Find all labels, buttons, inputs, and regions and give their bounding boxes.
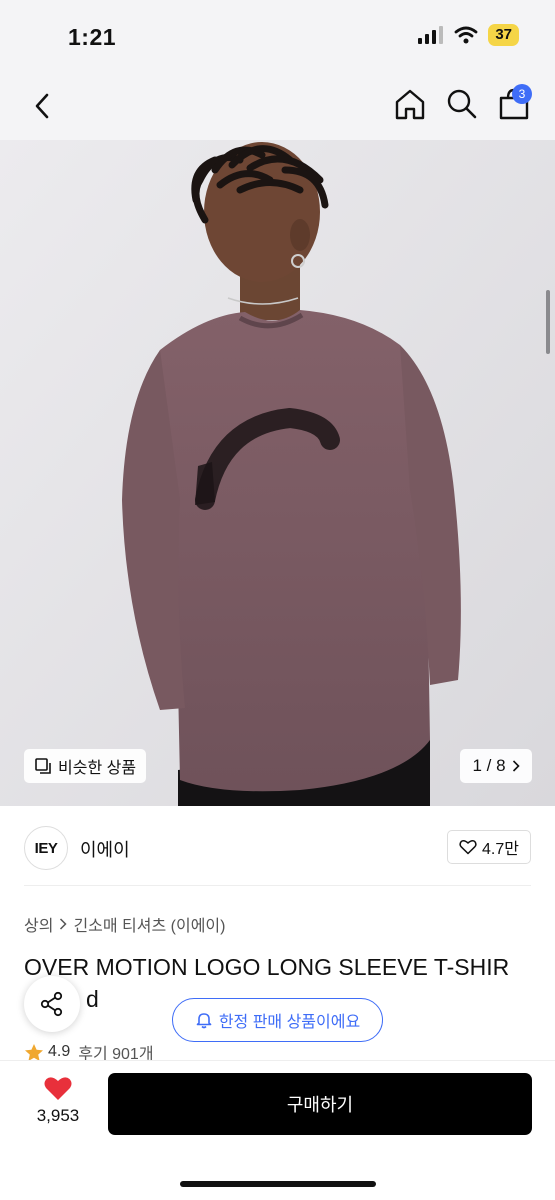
battery-indicator: 37 xyxy=(488,24,519,46)
brand-logo[interactable]: IEY xyxy=(24,826,68,870)
wifi-icon xyxy=(454,26,478,44)
copy-icon xyxy=(35,758,51,774)
brand-like-count: 4.7만 xyxy=(482,841,519,858)
share-button[interactable] xyxy=(24,976,80,1032)
image-page-indicator[interactable]: 1 / 8 xyxy=(460,749,532,783)
bottom-bar: 3,953 구매하기 xyxy=(0,1060,555,1200)
bell-icon xyxy=(196,1013,212,1029)
cart-button[interactable]: 3 xyxy=(494,84,534,124)
brand-row: IEY 이에이 4.7만 xyxy=(24,826,531,870)
share-icon xyxy=(40,991,63,1017)
home-icon xyxy=(395,89,425,120)
status-time: 1:21 xyxy=(68,24,117,50)
similar-products-button[interactable]: 비슷한 상품 xyxy=(24,749,147,783)
signal-icon xyxy=(418,26,444,44)
nav-bar: 3 xyxy=(0,72,555,140)
status-bar: 1:21 37 xyxy=(0,0,555,72)
heart-filled-icon xyxy=(44,1077,72,1100)
home-indicator xyxy=(180,1181,376,1187)
breadcrumb-category[interactable]: 상의 xyxy=(24,912,53,936)
limited-sale-chip[interactable]: 한정 판매 상품이에요 xyxy=(172,998,383,1042)
product-like-button[interactable]: 3,953 xyxy=(26,1075,90,1135)
product-image[interactable] xyxy=(0,140,555,806)
cart-count-badge: 3 xyxy=(512,84,532,104)
limited-sale-label: 한정 판매 상품이에요 xyxy=(218,1014,361,1031)
breadcrumb-subcategory[interactable]: 긴소매 티셔츠 (이에이) xyxy=(73,912,225,936)
chevron-right-icon xyxy=(512,760,520,772)
product-like-count: 3,953 xyxy=(36,1106,80,1125)
page-indicator-text: 1 / 8 xyxy=(472,756,506,775)
heart-outline-icon xyxy=(459,840,477,855)
similar-products-label: 비슷한 상품 xyxy=(58,760,137,777)
product-title-line2-text: d xyxy=(86,986,99,1012)
home-button[interactable] xyxy=(390,84,430,124)
buy-button[interactable]: 구매하기 xyxy=(108,1073,532,1135)
rating-value: 4.9 xyxy=(48,1043,71,1060)
back-icon xyxy=(35,93,49,119)
brand-like-button[interactable]: 4.7만 xyxy=(447,830,531,864)
scroll-indicator[interactable] xyxy=(546,290,550,354)
star-icon xyxy=(25,1043,43,1061)
search-button[interactable] xyxy=(442,84,482,124)
product-title: OVER MOTION LOGO LONG SLEEVE T-SHIR xyxy=(24,954,510,980)
status-icons: 37 xyxy=(418,24,519,46)
search-icon xyxy=(447,89,477,119)
chevron-right-icon xyxy=(60,918,68,930)
back-button[interactable] xyxy=(22,86,62,126)
breadcrumb: 상의 긴소매 티셔츠 (이에이) xyxy=(24,912,225,936)
divider xyxy=(24,885,531,886)
brand-name[interactable]: 이에이 xyxy=(80,836,130,862)
product-photo xyxy=(0,140,555,806)
